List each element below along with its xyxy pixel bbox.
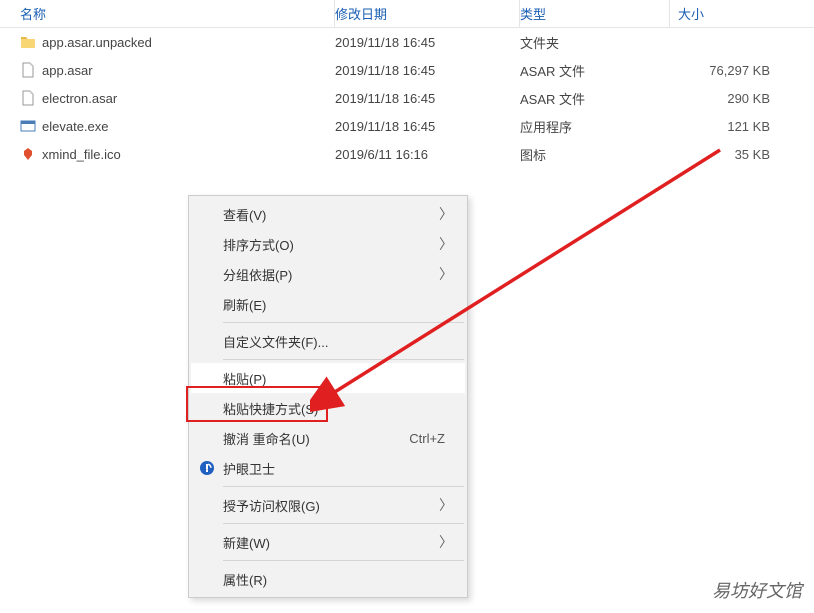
file-list: 名称 修改日期 类型 大小 app.asar.unpacked 2019/11/1…	[0, 0, 814, 168]
menu-divider	[223, 359, 464, 360]
file-type: ASAR 文件	[520, 89, 670, 108]
menu-label: 撤消 重命名(U)	[223, 429, 409, 448]
menu-label: 自定义文件夹(F)...	[223, 332, 453, 351]
header-type[interactable]: 类型	[520, 0, 670, 27]
file-icon	[20, 90, 36, 106]
file-name: xmind_file.ico	[42, 147, 121, 162]
menu-label: 分组依据(P)	[223, 265, 439, 284]
chevron-right-icon: 〉	[439, 204, 453, 224]
file-row[interactable]: electron.asar 2019/11/18 16:45ASAR 文件290 …	[0, 84, 814, 112]
file-row[interactable]: app.asar 2019/11/18 16:45ASAR 文件76,297 KB	[0, 56, 814, 84]
menu-label: 粘贴快捷方式(S)	[223, 399, 453, 418]
eye-icon: i	[199, 460, 215, 476]
folder-icon	[20, 34, 36, 50]
menu-divider	[223, 523, 464, 524]
chevron-right-icon: 〉	[439, 234, 453, 254]
file-name: app.asar.unpacked	[42, 35, 152, 50]
column-headers: 名称 修改日期 类型 大小	[0, 0, 814, 28]
chevron-right-icon: 〉	[439, 532, 453, 552]
menu-item[interactable]: 授予访问权限(G)〉	[191, 490, 465, 520]
header-name[interactable]: 名称	[0, 0, 335, 27]
menu-item[interactable]: 刷新(E)	[191, 289, 465, 319]
file-row[interactable]: xmind_file.ico 2019/6/11 16:16图标35 KB	[0, 140, 814, 168]
menu-divider	[223, 322, 464, 323]
file-type: 应用程序	[520, 117, 670, 136]
file-size: 290 KB	[670, 91, 790, 106]
menu-item[interactable]: 粘贴(P)	[191, 363, 465, 393]
header-date[interactable]: 修改日期	[335, 0, 520, 27]
ico-icon	[20, 146, 36, 162]
menu-label: 粘贴(P)	[223, 369, 453, 388]
svg-text:i: i	[206, 464, 209, 475]
file-date: 2019/11/18 16:45	[335, 35, 520, 50]
menu-label: 授予访问权限(G)	[223, 496, 439, 515]
file-size: 121 KB	[670, 119, 790, 134]
file-name: app.asar	[42, 63, 93, 78]
chevron-right-icon: 〉	[439, 264, 453, 284]
menu-item[interactable]: 自定义文件夹(F)...	[191, 326, 465, 356]
menu-item[interactable]: i 护眼卫士	[191, 453, 465, 483]
file-date: 2019/11/18 16:45	[335, 119, 520, 134]
exe-icon	[20, 118, 36, 134]
file-date: 2019/11/18 16:45	[335, 63, 520, 78]
file-date: 2019/11/18 16:45	[335, 91, 520, 106]
file-name: electron.asar	[42, 91, 117, 106]
menu-label: 属性(R)	[223, 570, 453, 589]
file-date: 2019/6/11 16:16	[335, 147, 520, 162]
menu-item[interactable]: 查看(V)〉	[191, 199, 465, 229]
file-name: elevate.exe	[42, 119, 109, 134]
context-menu: 查看(V)〉排序方式(O)〉分组依据(P)〉刷新(E)自定义文件夹(F)...粘…	[188, 195, 468, 598]
header-size[interactable]: 大小	[670, 0, 790, 27]
menu-item[interactable]: 新建(W)〉	[191, 527, 465, 557]
menu-divider	[223, 486, 464, 487]
file-type: 文件夹	[520, 33, 670, 52]
menu-label: 刷新(E)	[223, 295, 453, 314]
file-row[interactable]: app.asar.unpacked 2019/11/18 16:45文件夹	[0, 28, 814, 56]
menu-item[interactable]: 属性(R)	[191, 564, 465, 594]
file-type: 图标	[520, 145, 670, 164]
menu-item[interactable]: 粘贴快捷方式(S)	[191, 393, 465, 423]
file-icon	[20, 62, 36, 78]
menu-item[interactable]: 排序方式(O)〉	[191, 229, 465, 259]
menu-divider	[223, 560, 464, 561]
menu-item[interactable]: 撤消 重命名(U)Ctrl+Z	[191, 423, 465, 453]
file-type: ASAR 文件	[520, 61, 670, 80]
menu-item[interactable]: 分组依据(P)〉	[191, 259, 465, 289]
menu-label: 护眼卫士	[223, 459, 453, 478]
file-row[interactable]: elevate.exe 2019/11/18 16:45应用程序121 KB	[0, 112, 814, 140]
menu-label: 新建(W)	[223, 533, 439, 552]
file-size: 76,297 KB	[670, 63, 790, 78]
menu-label: 查看(V)	[223, 205, 439, 224]
watermark: 易坊好文馆	[712, 577, 802, 603]
menu-shortcut: Ctrl+Z	[409, 431, 445, 446]
file-size: 35 KB	[670, 147, 790, 162]
menu-label: 排序方式(O)	[223, 235, 439, 254]
chevron-right-icon: 〉	[439, 495, 453, 515]
